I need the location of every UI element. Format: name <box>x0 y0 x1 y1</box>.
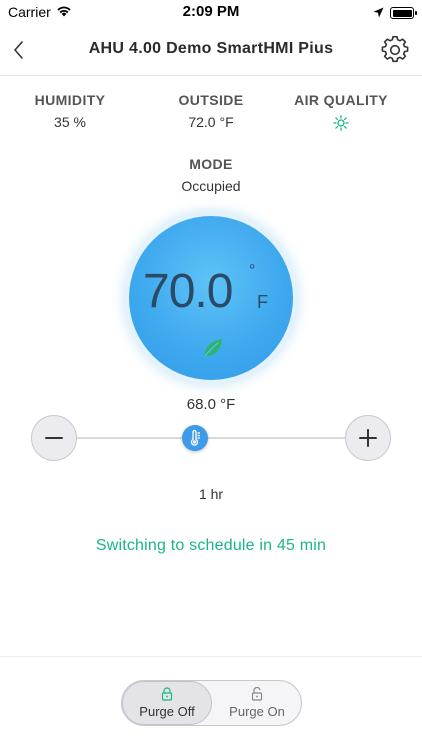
mode-label: MODE <box>189 156 233 172</box>
status-right <box>373 5 417 21</box>
increase-button[interactable] <box>345 415 391 461</box>
leaf-icon <box>204 339 222 357</box>
plus-icon <box>359 429 377 447</box>
dial-temperature: 70.0 <box>143 265 233 318</box>
slider-track[interactable] <box>77 437 345 439</box>
thermometer-icon <box>190 430 200 446</box>
location-arrow-icon <box>373 5 384 21</box>
mode-value[interactable]: Occupied <box>0 178 422 194</box>
mode-section: MODE Occupied <box>0 156 422 194</box>
page-title: AHU 4.00 Demo SmartHMI Pius <box>88 40 334 57</box>
battery-icon <box>390 7 417 19</box>
purge-on-label: Purge On <box>229 704 285 719</box>
lock-open-icon <box>251 687 263 701</box>
dial-degree-symbol: ° <box>249 262 256 279</box>
slider-thumb[interactable] <box>182 425 208 451</box>
purge-off-label: Purge Off <box>139 704 195 719</box>
air-quality-sun-icon <box>333 115 349 131</box>
outside-stat: OUTSIDE 72.0 °F <box>141 92 281 130</box>
settings-button[interactable] <box>380 35 410 65</box>
decrease-button[interactable] <box>31 415 77 461</box>
minus-icon <box>45 437 63 439</box>
setpoint-slider <box>0 412 422 462</box>
schedule-message: Switching to schedule in 45 min <box>95 537 327 554</box>
bottom-divider <box>0 656 422 657</box>
hold-duration[interactable]: 1 hr <box>0 486 422 502</box>
purge-segmented-control: Purge Off Purge On <box>121 680 302 726</box>
stats-row: HUMIDITY 35 % OUTSIDE 72.0 °F AIR QUALIT… <box>0 92 422 142</box>
back-button[interactable] <box>8 36 32 64</box>
air-quality-label: AIR QUALITY <box>294 92 388 108</box>
air-quality-stat: AIR QUALITY <box>271 92 411 134</box>
air-quality-value <box>271 114 411 134</box>
outside-label: OUTSIDE <box>178 92 244 108</box>
lock-closed-icon <box>161 687 173 701</box>
humidity-label: HUMIDITY <box>34 92 106 108</box>
humidity-stat: HUMIDITY 35 % <box>0 92 140 130</box>
purge-on-option[interactable]: Purge On <box>212 681 301 725</box>
navigation-bar: AHU 4.00 Demo SmartHMI Pius <box>0 24 422 76</box>
temperature-dial[interactable]: 70.0 ° F <box>129 216 293 380</box>
humidity-value: 35 % <box>54 114 86 130</box>
outside-value: 72.0 °F <box>188 114 234 130</box>
status-time: 2:09 PM <box>182 3 240 20</box>
purge-off-option[interactable]: Purge Off <box>122 681 212 725</box>
setpoint-value: 68.0 °F <box>186 396 236 413</box>
chevron-left-icon <box>14 41 23 59</box>
dial-unit: F <box>257 292 268 312</box>
status-bar: Carrier 2:09 PM <box>0 0 422 24</box>
gear-icon <box>381 36 409 63</box>
